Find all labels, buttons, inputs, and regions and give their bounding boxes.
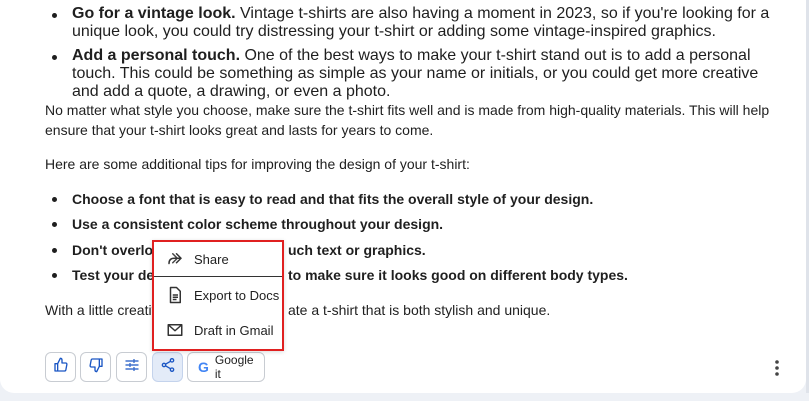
list-item: Use a consistent color scheme throughout…	[52, 214, 772, 234]
docs-icon	[166, 286, 184, 304]
closing-text: With a little creativit	[45, 302, 166, 318]
menu-divider	[154, 276, 282, 277]
google-icon: G	[198, 359, 209, 375]
bullet-heading: Add a personal touch.	[72, 47, 241, 64]
thumbs-down-button[interactable]	[80, 352, 111, 382]
share-arrow-icon	[166, 250, 184, 268]
menu-item-export-docs[interactable]: Export to Docs	[154, 278, 282, 312]
google-it-label: Google it	[214, 353, 254, 381]
thumbs-down-icon	[88, 357, 104, 378]
modify-response-button[interactable]	[116, 352, 147, 382]
thumbs-up-button[interactable]	[45, 352, 76, 382]
gmail-icon	[166, 321, 184, 339]
share-icon	[160, 357, 176, 378]
google-it-button[interactable]: G Google it	[187, 352, 265, 382]
more-options-button[interactable]	[770, 358, 784, 378]
thumbs-up-icon	[53, 357, 69, 378]
paragraph: No matter what style you choose, make su…	[45, 102, 770, 138]
menu-item-label: Share	[194, 251, 229, 267]
bullet-heading: Go for a vintage look.	[72, 5, 236, 22]
tip-text: Choose a font that is easy to read and t…	[72, 191, 594, 207]
list-item: Add a personal touch. One of the best wa…	[52, 47, 772, 101]
response-card: Go for a vintage look. Vintage t-shirts …	[0, 0, 806, 393]
menu-item-share[interactable]: Share	[154, 242, 282, 276]
tip-text-tail: uch text or graphics.	[288, 242, 426, 258]
tip-text-tail: to make sure it looks good on different …	[288, 267, 628, 283]
list-item: Choose a font that is easy to read and t…	[52, 189, 772, 209]
tune-icon	[124, 357, 140, 378]
share-menu: Share Export to Docs Draft in Gmail	[152, 240, 284, 351]
paragraph: Here are some additional tips for improv…	[45, 156, 470, 172]
menu-item-label: Draft in Gmail	[194, 322, 274, 338]
menu-item-draft-gmail[interactable]: Draft in Gmail	[154, 313, 282, 347]
menu-item-label: Export to Docs	[194, 287, 280, 303]
tip-text: Use a consistent color scheme throughout…	[72, 216, 444, 232]
closing-text-tail: ate a t-shirt that is both stylish and u…	[288, 302, 551, 318]
share-button[interactable]	[152, 352, 183, 382]
list-item: Go for a vintage look. Vintage t-shirts …	[52, 5, 772, 41]
more-vert-icon	[770, 360, 784, 382]
